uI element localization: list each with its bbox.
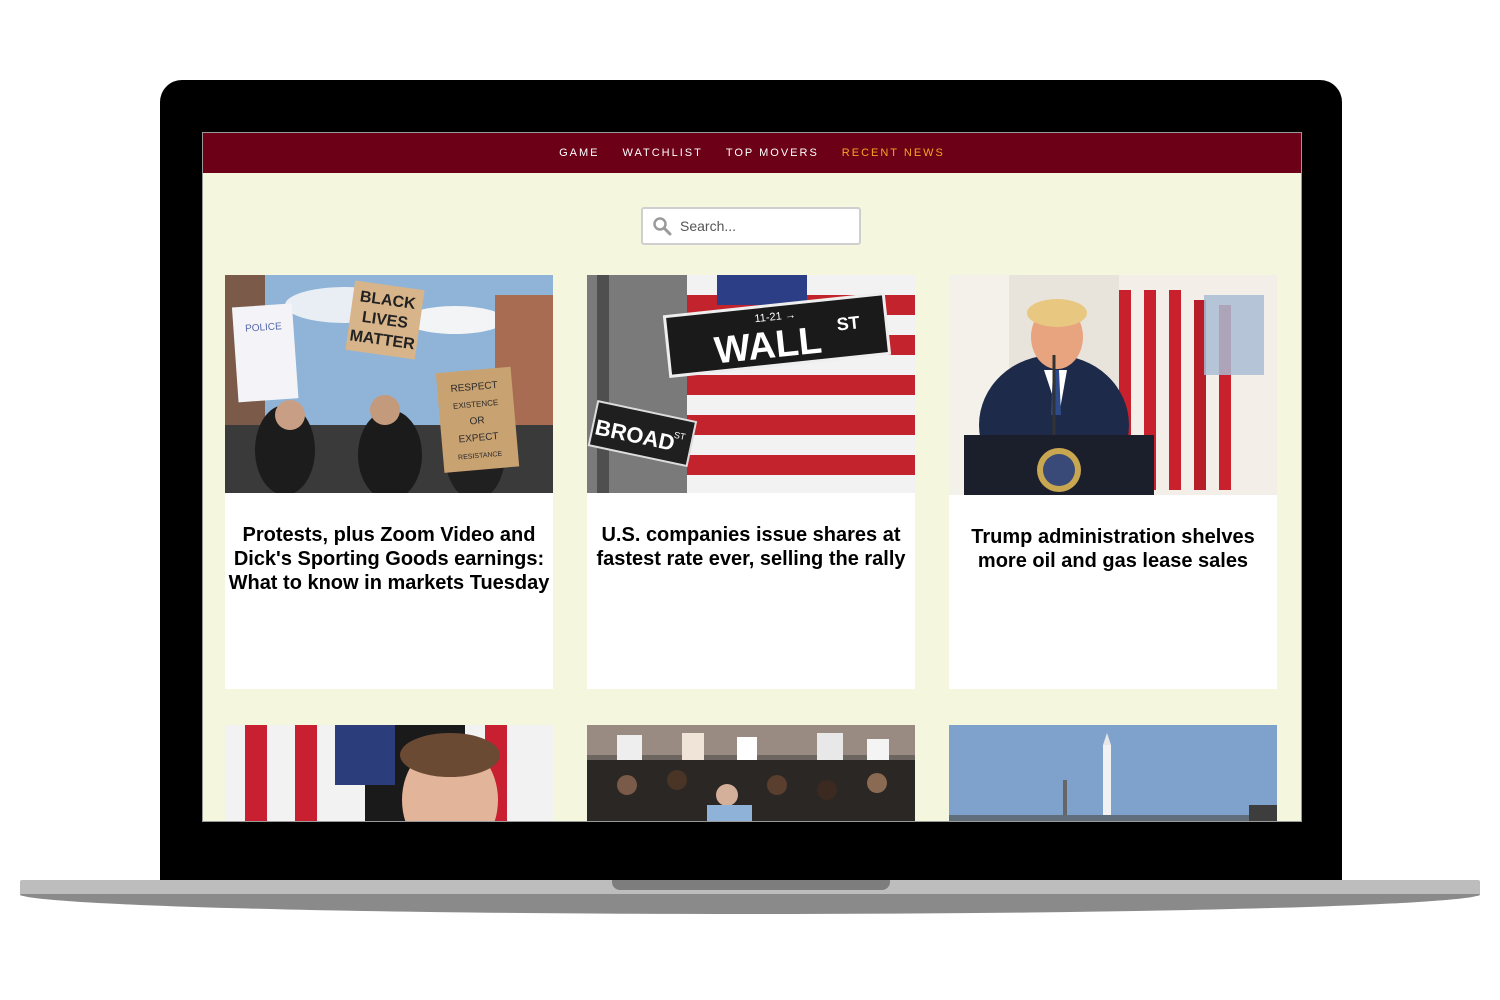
sign-or: OR	[469, 415, 485, 427]
protest-photo: POLICE BLACK LIVES MATTER RESPECT EXISTE…	[225, 275, 553, 493]
nav-watchlist[interactable]: WATCHLIST	[623, 147, 703, 159]
browser-screen: GAME WATCHLIST TOP MOVERS RECENT NEWS Se…	[202, 132, 1302, 822]
crowd-police-photo	[587, 725, 915, 821]
nav-game[interactable]: GAME	[559, 147, 599, 159]
search-input[interactable]	[678, 217, 842, 235]
news-card[interactable]	[587, 725, 915, 821]
laptop-notch	[612, 880, 890, 890]
news-card[interactable]: POLICE BLACK LIVES MATTER RESPECT EXISTE…	[225, 275, 553, 689]
article-title[interactable]: Protests, plus Zoom Video and Dick's Spo…	[225, 493, 553, 595]
sign-wall-st: ST	[836, 312, 861, 334]
news-card[interactable]	[949, 725, 1277, 821]
top-navbar: GAME WATCHLIST TOP MOVERS RECENT NEWS	[203, 133, 1301, 173]
wall-street-sign-photo: 11-21 → WALL ST BROAD ST	[587, 275, 915, 493]
news-card[interactable]: 11-21 → WALL ST BROAD ST U.S. companies …	[587, 275, 915, 689]
news-card[interactable]: Trump administration shelves more oil an…	[949, 275, 1277, 689]
news-card[interactable]	[225, 725, 553, 821]
rocket-launch-photo	[949, 725, 1277, 821]
zuckerberg-photo	[225, 725, 553, 821]
article-title[interactable]: Trump administration shelves more oil an…	[949, 495, 1277, 573]
nav-recent-news[interactable]: RECENT NEWS	[842, 147, 945, 159]
laptop-base-shadow	[20, 894, 1480, 914]
president-podium-photo	[949, 275, 1277, 495]
search-icon	[653, 217, 672, 236]
search-box[interactable]	[641, 207, 861, 245]
article-title[interactable]: U.S. companies issue shares at fastest r…	[587, 493, 915, 571]
nav-top-movers[interactable]: TOP MOVERS	[726, 147, 819, 159]
